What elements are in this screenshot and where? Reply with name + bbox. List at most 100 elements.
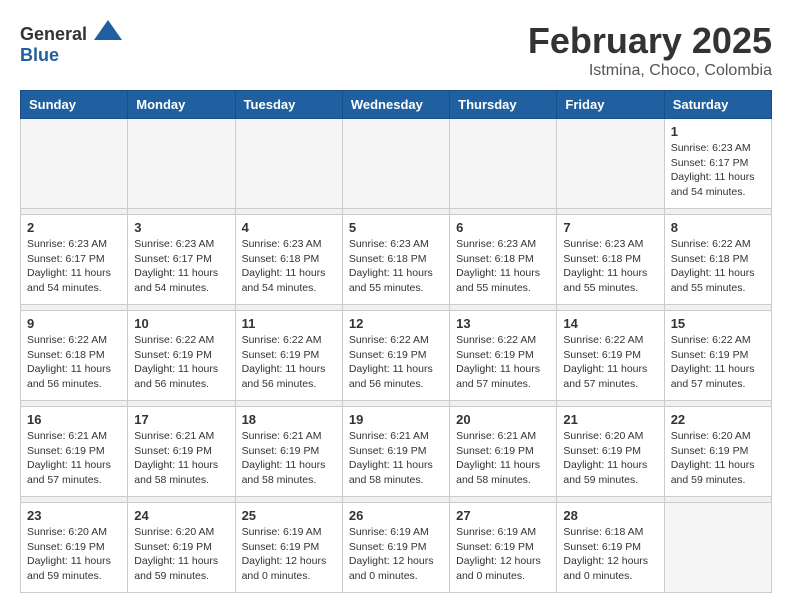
day-number: 7 xyxy=(563,220,657,235)
calendar-day-cell: 15Sunrise: 6:22 AMSunset: 6:19 PMDayligh… xyxy=(664,311,771,401)
day-info: Sunrise: 6:18 AMSunset: 6:19 PMDaylight:… xyxy=(563,525,657,584)
calendar-day-cell xyxy=(235,119,342,209)
calendar-day-cell: 3 Sunrise: 6:23 AMSunset: 6:17 PMDaylight… xyxy=(128,215,235,305)
day-number: 1 xyxy=(671,124,765,139)
calendar-day-cell: 10 Sunrise: 6:22 AMSunset: 6:19 PMDayligh… xyxy=(128,311,235,401)
calendar-table: SundayMondayTuesdayWednesdayThursdayFrid… xyxy=(20,90,772,593)
page-header: General Blue February 2025 Istmina, Choc… xyxy=(20,20,772,80)
calendar-day-cell: 7Sunrise: 6:23 AMSunset: 6:18 PMDaylight… xyxy=(557,215,664,305)
calendar-day-cell: 24Sunrise: 6:20 AMSunset: 6:19 PMDayligh… xyxy=(128,503,235,593)
calendar-title: February 2025 xyxy=(528,20,772,62)
weekday-header-tuesday: Tuesday xyxy=(235,91,342,119)
calendar-day-cell: 8 Sunrise: 6:22 AMSunset: 6:18 PMDaylight… xyxy=(664,215,771,305)
day-number: 2 xyxy=(27,220,121,235)
calendar-day-cell: 14 Sunrise: 6:22 AMSunset: 6:19 PMDayligh… xyxy=(557,311,664,401)
day-info: Sunrise: 6:22 AMSunset: 6:18 PMDaylight:… xyxy=(671,237,765,296)
day-info: Sunrise: 6:22 AMSunset: 6:19 PMDaylight:… xyxy=(456,333,550,392)
calendar-day-cell: 27Sunrise: 6:19 AMSunset: 6:19 PMDayligh… xyxy=(450,503,557,593)
calendar-day-cell: 4 Sunrise: 6:23 AMSunset: 6:18 PMDaylight… xyxy=(235,215,342,305)
day-number: 25 xyxy=(242,508,336,523)
day-info: Sunrise: 6:21 AMSunset: 6:19 PMDaylight:… xyxy=(134,429,228,488)
calendar-day-cell: 13Sunrise: 6:22 AMSunset: 6:19 PMDayligh… xyxy=(450,311,557,401)
calendar-week-row: 9 Sunrise: 6:22 AMSunset: 6:18 PMDaylight… xyxy=(21,311,772,401)
day-info: Sunrise: 6:21 AMSunset: 6:19 PMDaylight:… xyxy=(349,429,443,488)
day-info: Sunrise: 6:23 AMSunset: 6:17 PMDaylight:… xyxy=(134,237,228,296)
day-number: 14 xyxy=(563,316,657,331)
day-number: 27 xyxy=(456,508,550,523)
logo: General Blue xyxy=(20,20,122,66)
calendar-day-cell: 6 Sunrise: 6:23 AMSunset: 6:18 PMDaylight… xyxy=(450,215,557,305)
calendar-day-cell: 26 Sunrise: 6:19 AMSunset: 6:19 PMDayligh… xyxy=(342,503,449,593)
calendar-week-row: 23 Sunrise: 6:20 AMSunset: 6:19 PMDayligh… xyxy=(21,503,772,593)
day-number: 16 xyxy=(27,412,121,427)
day-number: 11 xyxy=(242,316,336,331)
day-number: 6 xyxy=(456,220,550,235)
calendar-day-cell: 17 Sunrise: 6:21 AMSunset: 6:19 PMDayligh… xyxy=(128,407,235,497)
calendar-week-row: 16 Sunrise: 6:21 AMSunset: 6:19 PMDayligh… xyxy=(21,407,772,497)
calendar-day-cell xyxy=(128,119,235,209)
calendar-day-cell xyxy=(450,119,557,209)
day-info: Sunrise: 6:20 AMSunset: 6:19 PMDaylight:… xyxy=(563,429,657,488)
weekday-header-sunday: Sunday xyxy=(21,91,128,119)
day-number: 5 xyxy=(349,220,443,235)
calendar-week-row: 2 Sunrise: 6:23 AMSunset: 6:17 PMDaylight… xyxy=(21,215,772,305)
day-number: 22 xyxy=(671,412,765,427)
logo-icon xyxy=(94,20,122,40)
day-number: 3 xyxy=(134,220,228,235)
day-info: Sunrise: 6:20 AMSunset: 6:19 PMDaylight:… xyxy=(27,525,121,584)
calendar-week-row: 1 Sunrise: 6:23 AMSunset: 6:17 PMDaylight… xyxy=(21,119,772,209)
day-number: 23 xyxy=(27,508,121,523)
day-info: Sunrise: 6:20 AMSunset: 6:19 PMDaylight:… xyxy=(134,525,228,584)
day-number: 19 xyxy=(349,412,443,427)
calendar-day-cell: 9 Sunrise: 6:22 AMSunset: 6:18 PMDaylight… xyxy=(21,311,128,401)
calendar-day-cell: 11 Sunrise: 6:22 AMSunset: 6:19 PMDayligh… xyxy=(235,311,342,401)
calendar-day-cell: 12Sunrise: 6:22 AMSunset: 6:19 PMDayligh… xyxy=(342,311,449,401)
day-info: Sunrise: 6:23 AMSunset: 6:18 PMDaylight:… xyxy=(242,237,336,296)
day-number: 15 xyxy=(671,316,765,331)
logo-text: General Blue xyxy=(20,20,122,66)
calendar-day-cell: 22 Sunrise: 6:20 AMSunset: 6:19 PMDayligh… xyxy=(664,407,771,497)
day-info: Sunrise: 6:19 AMSunset: 6:19 PMDaylight:… xyxy=(349,525,443,584)
day-number: 17 xyxy=(134,412,228,427)
day-info: Sunrise: 6:23 AMSunset: 6:18 PMDaylight:… xyxy=(456,237,550,296)
calendar-day-cell: 19 Sunrise: 6:21 AMSunset: 6:19 PMDayligh… xyxy=(342,407,449,497)
day-info: Sunrise: 6:23 AMSunset: 6:17 PMDaylight:… xyxy=(671,141,765,200)
day-info: Sunrise: 6:22 AMSunset: 6:19 PMDaylight:… xyxy=(349,333,443,392)
day-info: Sunrise: 6:23 AMSunset: 6:17 PMDaylight:… xyxy=(27,237,121,296)
day-number: 10 xyxy=(134,316,228,331)
day-number: 21 xyxy=(563,412,657,427)
calendar-day-cell: 16 Sunrise: 6:21 AMSunset: 6:19 PMDayligh… xyxy=(21,407,128,497)
calendar-day-cell: 1 Sunrise: 6:23 AMSunset: 6:17 PMDaylight… xyxy=(664,119,771,209)
day-info: Sunrise: 6:21 AMSunset: 6:19 PMDaylight:… xyxy=(456,429,550,488)
day-info: Sunrise: 6:21 AMSunset: 6:19 PMDaylight:… xyxy=(27,429,121,488)
day-info: Sunrise: 6:22 AMSunset: 6:19 PMDaylight:… xyxy=(242,333,336,392)
day-number: 9 xyxy=(27,316,121,331)
calendar-day-cell: 28Sunrise: 6:18 AMSunset: 6:19 PMDayligh… xyxy=(557,503,664,593)
weekday-header-row: SundayMondayTuesdayWednesdayThursdayFrid… xyxy=(21,91,772,119)
day-info: Sunrise: 6:21 AMSunset: 6:19 PMDaylight:… xyxy=(242,429,336,488)
day-info: Sunrise: 6:19 AMSunset: 6:19 PMDaylight:… xyxy=(242,525,336,584)
calendar-subtitle: Istmina, Choco, Colombia xyxy=(528,62,772,80)
day-number: 4 xyxy=(242,220,336,235)
logo-blue: Blue xyxy=(20,45,59,65)
calendar-day-cell xyxy=(21,119,128,209)
title-block: February 2025 Istmina, Choco, Colombia xyxy=(528,20,772,80)
calendar-day-cell: 18 Sunrise: 6:21 AMSunset: 6:19 PMDayligh… xyxy=(235,407,342,497)
day-number: 26 xyxy=(349,508,443,523)
day-number: 18 xyxy=(242,412,336,427)
day-number: 20 xyxy=(456,412,550,427)
calendar-day-cell: 2 Sunrise: 6:23 AMSunset: 6:17 PMDaylight… xyxy=(21,215,128,305)
calendar-day-cell: 21 Sunrise: 6:20 AMSunset: 6:19 PMDayligh… xyxy=(557,407,664,497)
day-info: Sunrise: 6:22 AMSunset: 6:18 PMDaylight:… xyxy=(27,333,121,392)
day-info: Sunrise: 6:22 AMSunset: 6:19 PMDaylight:… xyxy=(563,333,657,392)
calendar-day-cell: 23 Sunrise: 6:20 AMSunset: 6:19 PMDayligh… xyxy=(21,503,128,593)
day-number: 8 xyxy=(671,220,765,235)
day-info: Sunrise: 6:23 AMSunset: 6:18 PMDaylight:… xyxy=(349,237,443,296)
day-info: Sunrise: 6:20 AMSunset: 6:19 PMDaylight:… xyxy=(671,429,765,488)
calendar-day-cell: 20 Sunrise: 6:21 AMSunset: 6:19 PMDayligh… xyxy=(450,407,557,497)
day-info: Sunrise: 6:22 AMSunset: 6:19 PMDaylight:… xyxy=(134,333,228,392)
calendar-day-cell: 25 Sunrise: 6:19 AMSunset: 6:19 PMDayligh… xyxy=(235,503,342,593)
logo-general: General xyxy=(20,24,87,44)
weekday-header-thursday: Thursday xyxy=(450,91,557,119)
calendar-day-cell xyxy=(664,503,771,593)
